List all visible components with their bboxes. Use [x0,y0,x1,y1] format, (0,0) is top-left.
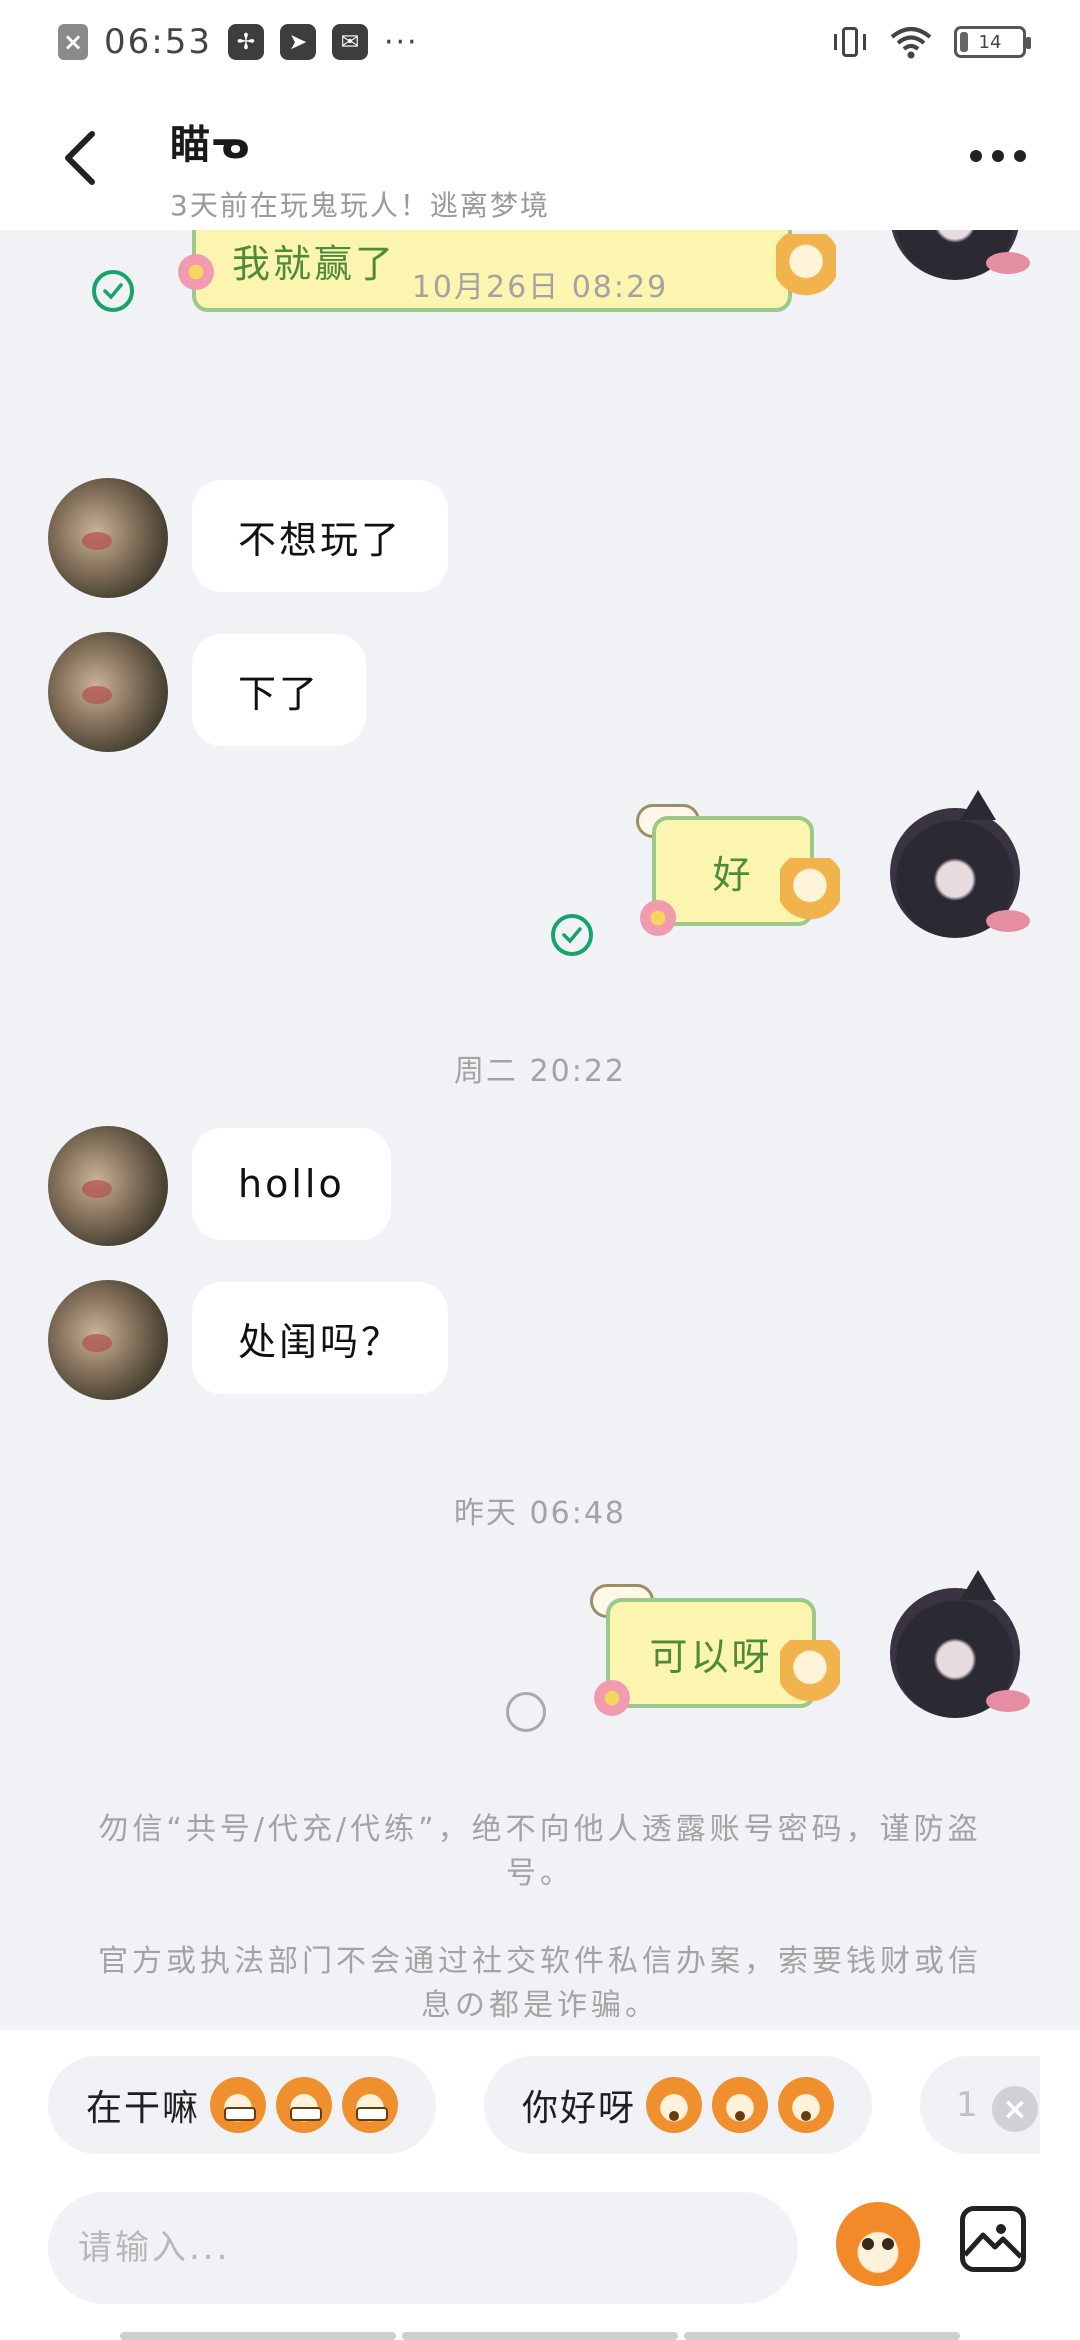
chat-header: 瞄ᓀ 3天前在玩鬼玩人！逃离梦境 [0,84,1080,230]
timestamp: 周二 20:22 [454,1054,626,1089]
mail-icon: ✉ [331,24,368,60]
close-notification-icon: × [58,24,88,60]
surprised-emoji-icon [778,2077,835,2133]
surprised-emoji-icon [712,2077,769,2133]
received-message-bubble[interactable]: hollo [192,1128,391,1240]
message-text: 好 [712,852,754,897]
my-avatar[interactable] [890,1570,1030,1718]
vibrate-icon [832,24,868,60]
pinwheel-app-icon: ✢ [227,24,264,60]
chibi-sticker-icon [780,1640,840,1712]
received-message-bubble[interactable]: 不想玩了 [192,480,449,592]
status-time: 06:53 [104,22,212,62]
contact-avatar[interactable] [48,478,168,598]
chibi-sticker-icon [780,858,840,930]
header-titles[interactable]: 瞄ᓀ 3天前在玩鬼玩人！逃离梦境 [170,112,550,224]
more-notifications-icon: ··· [383,24,419,60]
chat-area[interactable]: 我就赢了 10月26日 08:29 不想玩了 下了 好 周二 20:22 hol… [0,230,1080,2030]
battery-icon: 14 [954,26,1031,58]
quick-reply-chip[interactable]: 你好呀 [484,2056,873,2154]
image-picker-icon[interactable] [960,2206,1026,2272]
message-input[interactable] [48,2192,798,2304]
contact-avatar[interactable] [48,1280,168,1400]
telegram-icon: ➤ [279,24,316,60]
wifi-icon [890,27,932,59]
quick-reply-bar: 在干嘛 你好呀 1 × [0,2030,1080,2180]
flower-sticker-icon [640,900,676,936]
more-options-icon[interactable] [970,150,1026,162]
input-bar [0,2180,1080,2340]
surprised-emoji-icon [646,2077,703,2133]
timestamp: 10月26日 08:29 [411,270,669,305]
contact-avatar[interactable] [48,632,168,752]
fraud-notice: 官方或执法部门不会通过社交软件私信办案，索要钱财或信息の都是诈骗。 [98,1944,982,2023]
sending-status-icon [506,1692,546,1732]
message-text: 可以呀 [649,1634,773,1679]
quick-reply-text: 在干嘛 [86,2088,201,2129]
received-message-bubble[interactable]: 下了 [192,634,367,746]
contact-avatar[interactable] [48,1126,168,1246]
message-text: 处闺吗？ [238,1319,403,1364]
security-notice: 勿信“共号/代充/代练”，绝不向他人透露账号密码，谨防盗号。 [98,1812,982,1891]
grin-emoji-icon [276,2077,333,2133]
message-text: 不想玩了 [238,517,403,562]
message-text: 下了 [238,671,321,716]
sticker-mascot-icon[interactable] [836,2202,920,2286]
contact-status: 3天前在玩鬼玩人！逃离梦境 [170,189,550,222]
status-bar: × 06:53 ✢ ➤ ✉ ··· 14 [0,0,1080,84]
grin-emoji-icon [210,2077,267,2133]
gesture-bar [120,2332,960,2340]
message-text: hollo [238,1162,345,1206]
close-quick-replies-icon[interactable]: × [992,2086,1038,2132]
quick-reply-chip[interactable]: 在干嘛 [48,2056,437,2154]
my-avatar[interactable] [890,790,1030,938]
timestamp: 昨天 06:48 [454,1496,626,1531]
read-check-icon [551,914,593,956]
received-message-bubble[interactable]: 处闺吗？ [192,1282,449,1394]
back-chevron-icon[interactable] [56,128,106,188]
quick-reply-text: 1 [956,2085,978,2125]
battery-level: 14 [978,31,1002,53]
contact-name: 瞄ᓀ [170,122,250,168]
flower-sticker-icon [594,1680,630,1716]
grin-emoji-icon [342,2077,399,2133]
quick-reply-text: 你好呀 [522,2088,637,2129]
